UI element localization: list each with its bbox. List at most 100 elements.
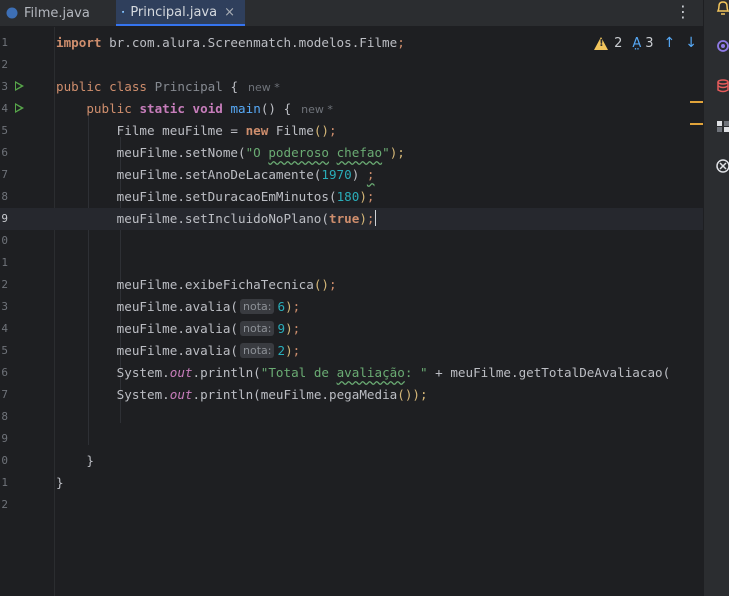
keyword: import [56, 35, 102, 50]
code-line: 3 meuFilme.avalia(nota: 6); [0, 296, 703, 318]
code-line: 4 meuFilme.avalia(nota: 9); [0, 318, 703, 340]
constructor: Filme [275, 123, 314, 138]
method-call: meuFilme.setIncluidoNoPlano( [116, 211, 329, 226]
line-number: 0 [1, 234, 8, 247]
typo-word[interactable]: avaliação [337, 365, 405, 380]
semicolon-warning[interactable]: ; [367, 167, 375, 182]
code-line: 7 System.out.println(meuFilme.pegaMedia(… [0, 384, 703, 406]
right-tool-window-bar [703, 0, 729, 596]
method-call: meuFilme.pegaMedia [260, 387, 398, 402]
class-name: Principal [154, 79, 223, 94]
method-call: meuFilme.avalia( [116, 299, 238, 314]
code-editor[interactable]: 2 A̤ 3 ↑ ↓ 1 import br.com.alura.Screenm… [0, 27, 703, 596]
parameter-hint: nota: [240, 343, 275, 358]
code-line-current: 9 meuFilme.setIncluidoNoPlano(true); [0, 208, 703, 230]
static-field: out [169, 365, 193, 380]
line-number: 4 [1, 322, 8, 335]
line-number: 8 [1, 190, 8, 203]
keyword: new [245, 123, 269, 138]
method-call: meuFilme.setNome( [116, 145, 246, 160]
code-line: 3 public class Principal { new * [0, 76, 703, 98]
gradle-icon[interactable] [715, 118, 729, 134]
line-number: 7 [1, 388, 8, 401]
method-call: meuFilme.setAnoDeLacamente( [116, 167, 322, 182]
tab-filme-java[interactable]: Filme.java [0, 0, 110, 26]
method-call: meuFilme.avalia( [116, 343, 238, 358]
ai-assistant-icon[interactable] [715, 38, 729, 54]
number-literal: 180 [336, 189, 360, 204]
call-end: ); [389, 145, 405, 160]
typo-word[interactable]: poderoso [268, 145, 329, 160]
warning-stripe-marker[interactable] [690, 101, 703, 103]
keyword: true [328, 211, 360, 226]
code-line: 6 System.out.println("Total de avaliação… [0, 362, 703, 384]
code-line: 2 [0, 54, 703, 76]
code-line: 5 meuFilme.avalia(nota: 2); [0, 340, 703, 362]
method-call: meuFilme.setDuracaoEmMinutos( [116, 189, 337, 204]
code-line: 1 } [0, 472, 703, 494]
typo-word[interactable]: chefao [337, 145, 383, 160]
method-name: main [230, 101, 261, 116]
number-literal: 6 [277, 299, 286, 314]
close-tab-icon[interactable]: × [224, 5, 235, 20]
keyword: static [139, 101, 185, 116]
brace: } [56, 475, 64, 490]
keyword: public [56, 79, 102, 94]
run-main-icon[interactable] [15, 103, 24, 113]
editor-tab-bar: Filme.java Principal.java × ⋮ [0, 0, 703, 27]
code-line: 4 public static void main() {new * [0, 98, 703, 120]
params: () [260, 101, 276, 116]
database-icon[interactable] [715, 78, 729, 94]
code-line: 9 [0, 428, 703, 450]
line-number: 9 [1, 432, 8, 445]
code-line: 7 meuFilme.setAnoDeLacamente(1970) ; [0, 164, 703, 186]
notifications-icon[interactable] [715, 0, 729, 16]
code-line: 6 meuFilme.setNome("O poderoso chefao"); [0, 142, 703, 164]
usage-hint[interactable]: new * [248, 81, 280, 94]
line-number: 6 [1, 366, 8, 379]
code-line: 8 [0, 406, 703, 428]
line-number: 8 [1, 410, 8, 423]
line-number: 0 [1, 454, 8, 467]
line-number: 1 [1, 476, 8, 489]
line-number: 5 [1, 124, 8, 137]
parameter-hint: nota: [240, 299, 275, 314]
brace: } [86, 453, 94, 468]
line-number: 1 [1, 256, 8, 269]
usage-hint[interactable]: new * [301, 103, 333, 116]
code-line: 0 [0, 230, 703, 252]
endpoints-icon[interactable] [715, 158, 729, 174]
more-options-icon[interactable]: ⋮ [675, 3, 691, 21]
java-file-icon [6, 7, 18, 19]
text-caret [374, 210, 376, 226]
static-field: out [169, 387, 193, 402]
declaration: Filme meuFilme = [116, 123, 246, 138]
line-number: 2 [1, 278, 8, 291]
tab-label: Principal.java [130, 4, 218, 20]
code-line: 2 [0, 494, 703, 516]
line-number: 2 [1, 58, 8, 71]
brace: { [283, 101, 292, 116]
code-line: 1 import br.com.alura.Screenmatch.modelo… [0, 32, 703, 54]
brace: { [230, 79, 239, 94]
line-number: 3 [1, 300, 8, 313]
tab-principal-java[interactable]: Principal.java × [116, 0, 245, 26]
method-call: meuFilme.exibeFichaTecnica [116, 277, 314, 292]
code-line: 1 [0, 252, 703, 274]
number-literal: 9 [277, 321, 286, 336]
line-number: 3 [1, 80, 8, 93]
number-literal: 2 [277, 343, 286, 358]
code-line: 2 meuFilme.exibeFichaTecnica(); [0, 274, 703, 296]
run-class-icon[interactable] [15, 81, 24, 91]
keyword: class [109, 79, 148, 94]
warning-stripe-marker[interactable] [690, 123, 703, 125]
line-number: 5 [1, 344, 8, 357]
semicolon: ; [397, 35, 405, 50]
parameter-hint: nota: [240, 321, 275, 336]
line-number: 2 [1, 498, 8, 511]
line-number: 6 [1, 146, 8, 159]
code-line: 5 Filme meuFilme = new Filme(); [0, 120, 703, 142]
java-class-file-icon [122, 10, 125, 14]
number-literal: 1970 [321, 167, 352, 182]
line-number: 1 [1, 36, 8, 49]
